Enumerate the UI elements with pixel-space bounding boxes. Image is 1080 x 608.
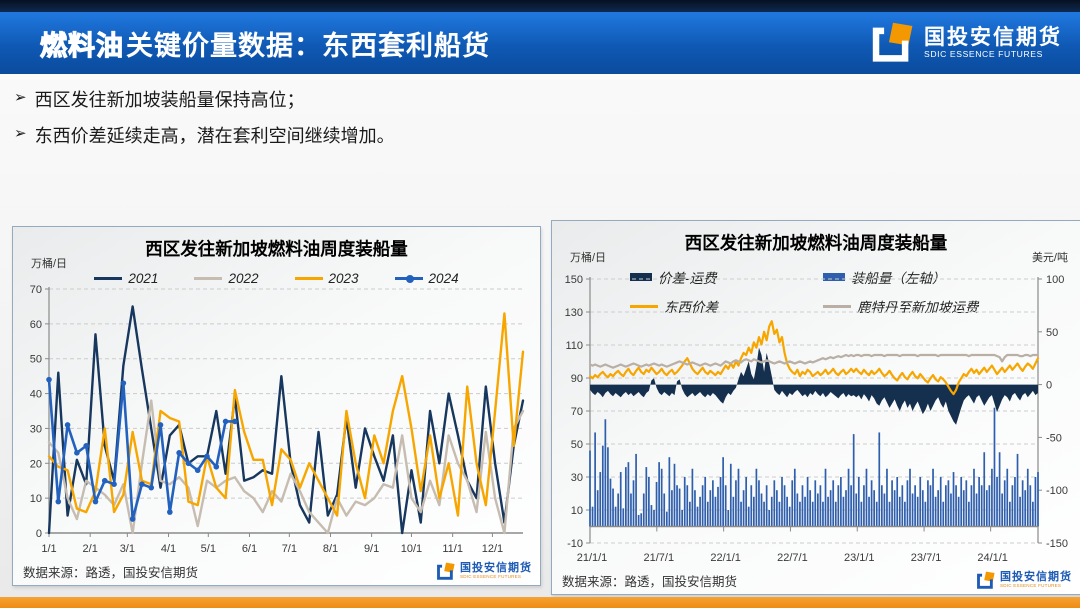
svg-text:2/1: 2/1 bbox=[83, 543, 98, 555]
svg-text:110: 110 bbox=[565, 340, 583, 352]
svg-text:90: 90 bbox=[571, 373, 583, 385]
svg-text:3/1: 3/1 bbox=[120, 543, 135, 555]
svg-text:-150: -150 bbox=[1046, 538, 1068, 550]
mini-logo-name-en: SDIC ESSENCE FUTURES bbox=[460, 574, 522, 580]
svg-text:60: 60 bbox=[30, 319, 42, 331]
svg-text:7/1: 7/1 bbox=[282, 543, 297, 555]
svg-text:-10: -10 bbox=[567, 538, 583, 550]
svg-text:-50: -50 bbox=[1046, 432, 1062, 444]
svg-text:12/1: 12/1 bbox=[482, 543, 503, 555]
svg-text:23/1/1: 23/1/1 bbox=[844, 552, 875, 564]
logo-name-cn: 国投安信期货 bbox=[924, 26, 1062, 50]
legend-swatch bbox=[94, 277, 123, 280]
page-title-emphasis: 燃料油 bbox=[39, 30, 124, 61]
svg-text:10: 10 bbox=[571, 505, 583, 517]
svg-text:8/1: 8/1 bbox=[323, 543, 338, 555]
bullet-item: ➢ 西区发往新加坡装船量保持高位； bbox=[14, 86, 1014, 112]
bullet-list: ➢ 西区发往新加坡装船量保持高位； ➢ 东西价差延续走高，潜在套利空间继续增加。 bbox=[14, 86, 1014, 158]
page-title: 燃料油关键价量数据：东西套利船货 bbox=[39, 24, 490, 63]
company-logo: 国投安信期货 SDIC ESSENCE FUTURES bbox=[870, 22, 1062, 64]
mini-logo-name-en: SDIC ESSENCE FUTURES bbox=[1000, 583, 1062, 589]
top-dark-strip bbox=[0, 0, 1080, 12]
left-chart-source-row: 数据来源：路透，国投安信期货 国投安信期货 SDIC ESSENCE FUTUR… bbox=[23, 562, 532, 581]
svg-text:9/1: 9/1 bbox=[364, 543, 379, 555]
right-chart-plot: -10 10 30 50 70 90 110 130 150 -150 -100 -50 0 50 100 2… bbox=[565, 274, 1068, 564]
svg-text:100: 100 bbox=[1046, 274, 1064, 286]
svg-text:6/1: 6/1 bbox=[242, 543, 257, 555]
source-note: 数据来源：路透，国投安信期货 bbox=[562, 575, 738, 589]
svg-text:1/1: 1/1 bbox=[41, 543, 56, 555]
bullet-item: ➢ 东西价差延续走高，潜在套利空间继续增加。 bbox=[14, 122, 1014, 148]
right-chart-source-row: 数据来源：路透，国投安信期货 国投安信期货 SDIC ESSENCE FUTUR… bbox=[562, 571, 1072, 590]
bullet-text: 东西价差延续走高，潜在套利空间继续增加。 bbox=[34, 126, 395, 146]
svg-text:40: 40 bbox=[30, 389, 42, 401]
left-chart-plot: 0 10 20 30 40 50 60 70 1/1 2/1 3/1 4/1 5/1 6/1 7/1 8/1 9… bbox=[30, 284, 525, 555]
right-chart-title: 西区发往新加坡燃料油周度装船量 bbox=[684, 233, 948, 253]
logo-name-en: SDIC ESSENCE FUTURES bbox=[924, 48, 1043, 59]
svg-text:0: 0 bbox=[36, 528, 42, 540]
right-chart-right-unit: 美元/吨 bbox=[1031, 252, 1068, 264]
svg-text:30: 30 bbox=[30, 423, 42, 435]
left-chart-title: 西区发往新加坡燃料油周度装船量 bbox=[145, 239, 408, 259]
legend-swatch bbox=[394, 274, 423, 283]
svg-text:21/1/1: 21/1/1 bbox=[577, 552, 608, 564]
svg-text:10/1: 10/1 bbox=[401, 543, 422, 555]
mini-company-logo: 国投安信期货 SDIC ESSENCE FUTURES bbox=[436, 562, 532, 581]
svg-text:10: 10 bbox=[30, 493, 42, 505]
bullet-arrow-icon: ➢ bbox=[14, 89, 27, 106]
mini-logo-name-cn: 国投安信期货 bbox=[460, 562, 532, 575]
sdic-logo-icon bbox=[436, 562, 456, 581]
legend-swatch bbox=[294, 277, 323, 280]
header-bar: 燃料油关键价量数据：东西套利船货 国投安信期货 SDIC ESSENCE FUT… bbox=[0, 12, 1080, 74]
mini-company-logo: 国投安信期货 SDIC ESSENCE FUTURES bbox=[976, 571, 1072, 590]
svg-text:11/1: 11/1 bbox=[442, 543, 463, 555]
svg-text:21/7/1: 21/7/1 bbox=[644, 552, 675, 564]
left-chart-panel: 西区发往新加坡燃料油周度装船量 万桶/日 2021 2022 2023 2024 01… bbox=[12, 226, 541, 586]
svg-text:23/7/1: 23/7/1 bbox=[911, 552, 942, 564]
slide: 燃料油关键价量数据：东西套利船货 国投安信期货 SDIC ESSENCE FUT… bbox=[0, 0, 1080, 608]
right-chart-panel: 西区发往新加坡燃料油周度装船量 万桶/日 美元/吨 价差-运费 装船量（左轴） 东西… bbox=[551, 220, 1080, 595]
svg-text:-100: -100 bbox=[1046, 485, 1068, 497]
svg-text:22/7/1: 22/7/1 bbox=[777, 552, 808, 564]
svg-text:0: 0 bbox=[1046, 380, 1052, 392]
svg-text:5/1: 5/1 bbox=[201, 543, 216, 555]
svg-text:20: 20 bbox=[30, 458, 42, 470]
svg-text:30: 30 bbox=[571, 472, 583, 484]
mini-logo-name-cn: 国投安信期货 bbox=[1000, 571, 1072, 584]
svg-text:130: 130 bbox=[565, 307, 583, 319]
svg-text:70: 70 bbox=[571, 406, 583, 418]
svg-text:150: 150 bbox=[565, 274, 583, 286]
bullet-text: 西区发往新加坡装船量保持高位； bbox=[34, 90, 305, 110]
sdic-logo-icon bbox=[976, 571, 996, 590]
svg-text:22/1/1: 22/1/1 bbox=[710, 552, 741, 564]
svg-text:50: 50 bbox=[1046, 327, 1058, 339]
left-chart-y-unit: 万桶/日 bbox=[31, 258, 68, 270]
bottom-orange-bar bbox=[0, 597, 1080, 608]
svg-text:50: 50 bbox=[30, 354, 42, 366]
right-chart-left-unit: 万桶/日 bbox=[570, 252, 607, 264]
svg-text:50: 50 bbox=[571, 439, 583, 451]
svg-text:70: 70 bbox=[30, 284, 42, 296]
svg-text:24/1/1: 24/1/1 bbox=[977, 552, 1008, 564]
page-title-rest: 关键价量数据：东西套利船货 bbox=[126, 30, 490, 61]
legend-swatch bbox=[194, 277, 223, 280]
sdic-logo-icon bbox=[870, 22, 916, 64]
source-note: 数据来源：路透，国投安信期货 bbox=[23, 566, 199, 580]
svg-text:4/1: 4/1 bbox=[161, 543, 176, 555]
bullet-arrow-icon: ➢ bbox=[14, 125, 27, 142]
